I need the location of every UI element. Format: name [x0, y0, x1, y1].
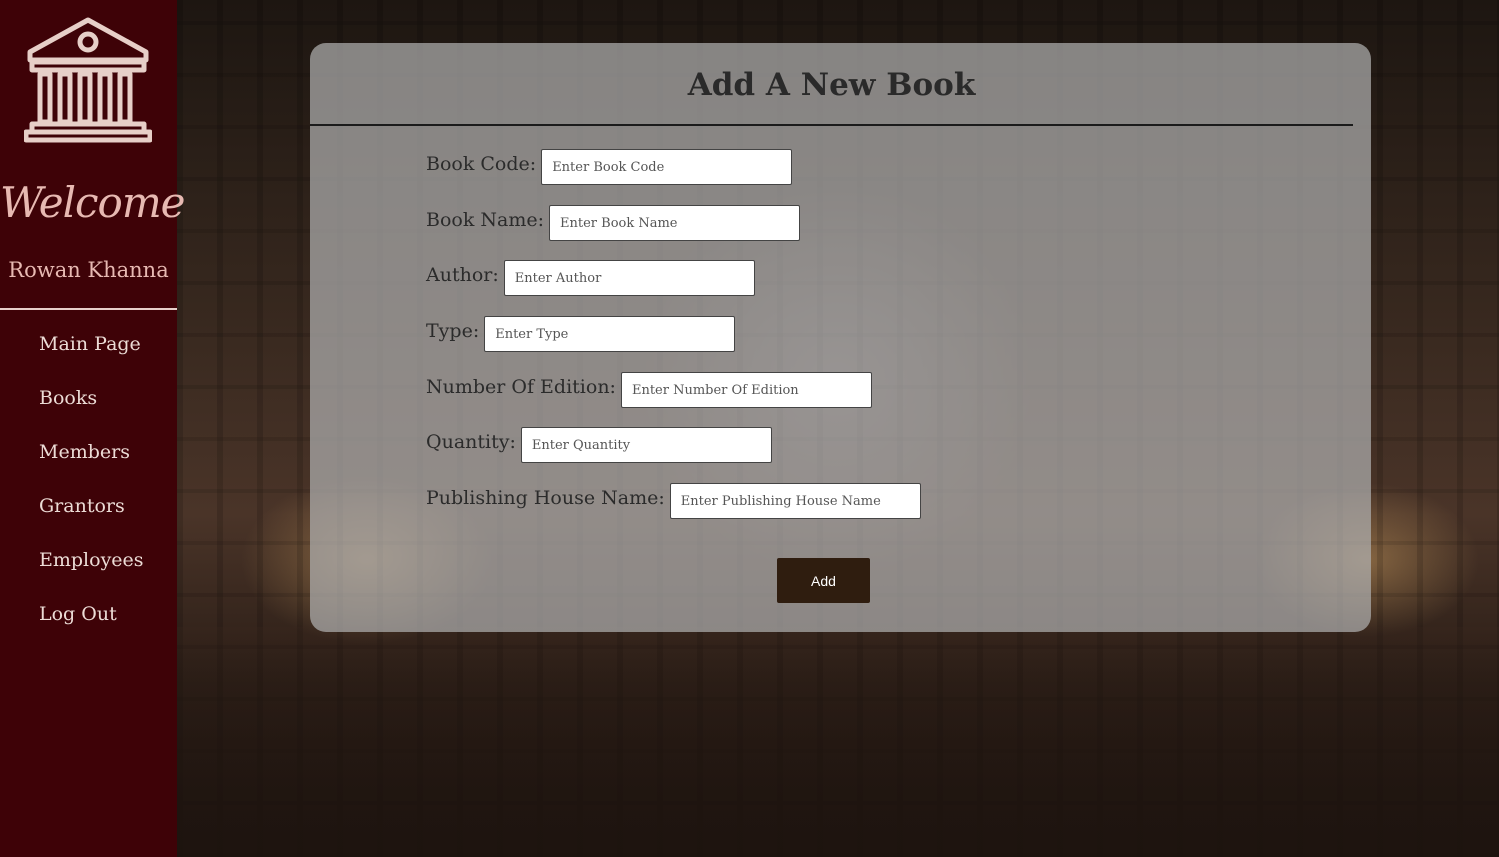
user-name: Rowan Khanna — [8, 258, 169, 282]
nav-books[interactable]: Books — [39, 384, 144, 438]
sidebar-divider — [0, 308, 177, 310]
edition-label: Number Of Edition: — [426, 376, 616, 398]
quantity-row: Quantity: — [426, 427, 772, 463]
type-label: Type: — [426, 320, 480, 342]
nav-employees[interactable]: Employees — [39, 546, 144, 600]
nav-log-out[interactable]: Log Out — [39, 600, 144, 654]
publisher-input[interactable] — [669, 483, 921, 519]
add-book-panel: Add A New Book Book Code: Book Name: Aut… — [310, 43, 1371, 632]
welcome-text: Welcome — [0, 178, 186, 227]
sidebar-nav: Main Page Books Members Grantors Employe… — [39, 330, 144, 654]
title-divider — [310, 124, 1353, 126]
book-name-row: Book Name: — [426, 205, 801, 241]
author-input[interactable] — [503, 260, 755, 296]
page-title: Add A New Book — [687, 67, 976, 103]
nav-grantors[interactable]: Grantors — [39, 492, 144, 546]
book-name-label: Book Name: — [426, 209, 545, 231]
add-button[interactable]: Add — [777, 558, 870, 603]
type-input[interactable] — [484, 316, 736, 352]
book-code-label: Book Code: — [426, 153, 537, 175]
book-code-input[interactable] — [541, 149, 793, 185]
publisher-row: Publishing House Name: — [426, 483, 921, 519]
edition-input[interactable] — [620, 372, 872, 408]
quantity-input[interactable] — [520, 427, 772, 463]
book-name-input[interactable] — [549, 205, 801, 241]
type-row: Type: — [426, 316, 736, 352]
sidebar: Welcome Rowan Khanna Main Page Books Mem… — [0, 0, 186, 857]
nav-members[interactable]: Members — [39, 438, 144, 492]
author-row: Author: — [426, 260, 755, 296]
library-building-icon — [24, 17, 152, 143]
quantity-label: Quantity: — [426, 431, 516, 453]
edition-row: Number Of Edition: — [426, 372, 872, 408]
publisher-label: Publishing House Name: — [426, 487, 665, 509]
author-label: Author: — [426, 264, 499, 286]
nav-main-page[interactable]: Main Page — [39, 330, 144, 384]
book-code-row: Book Code: — [426, 149, 793, 185]
